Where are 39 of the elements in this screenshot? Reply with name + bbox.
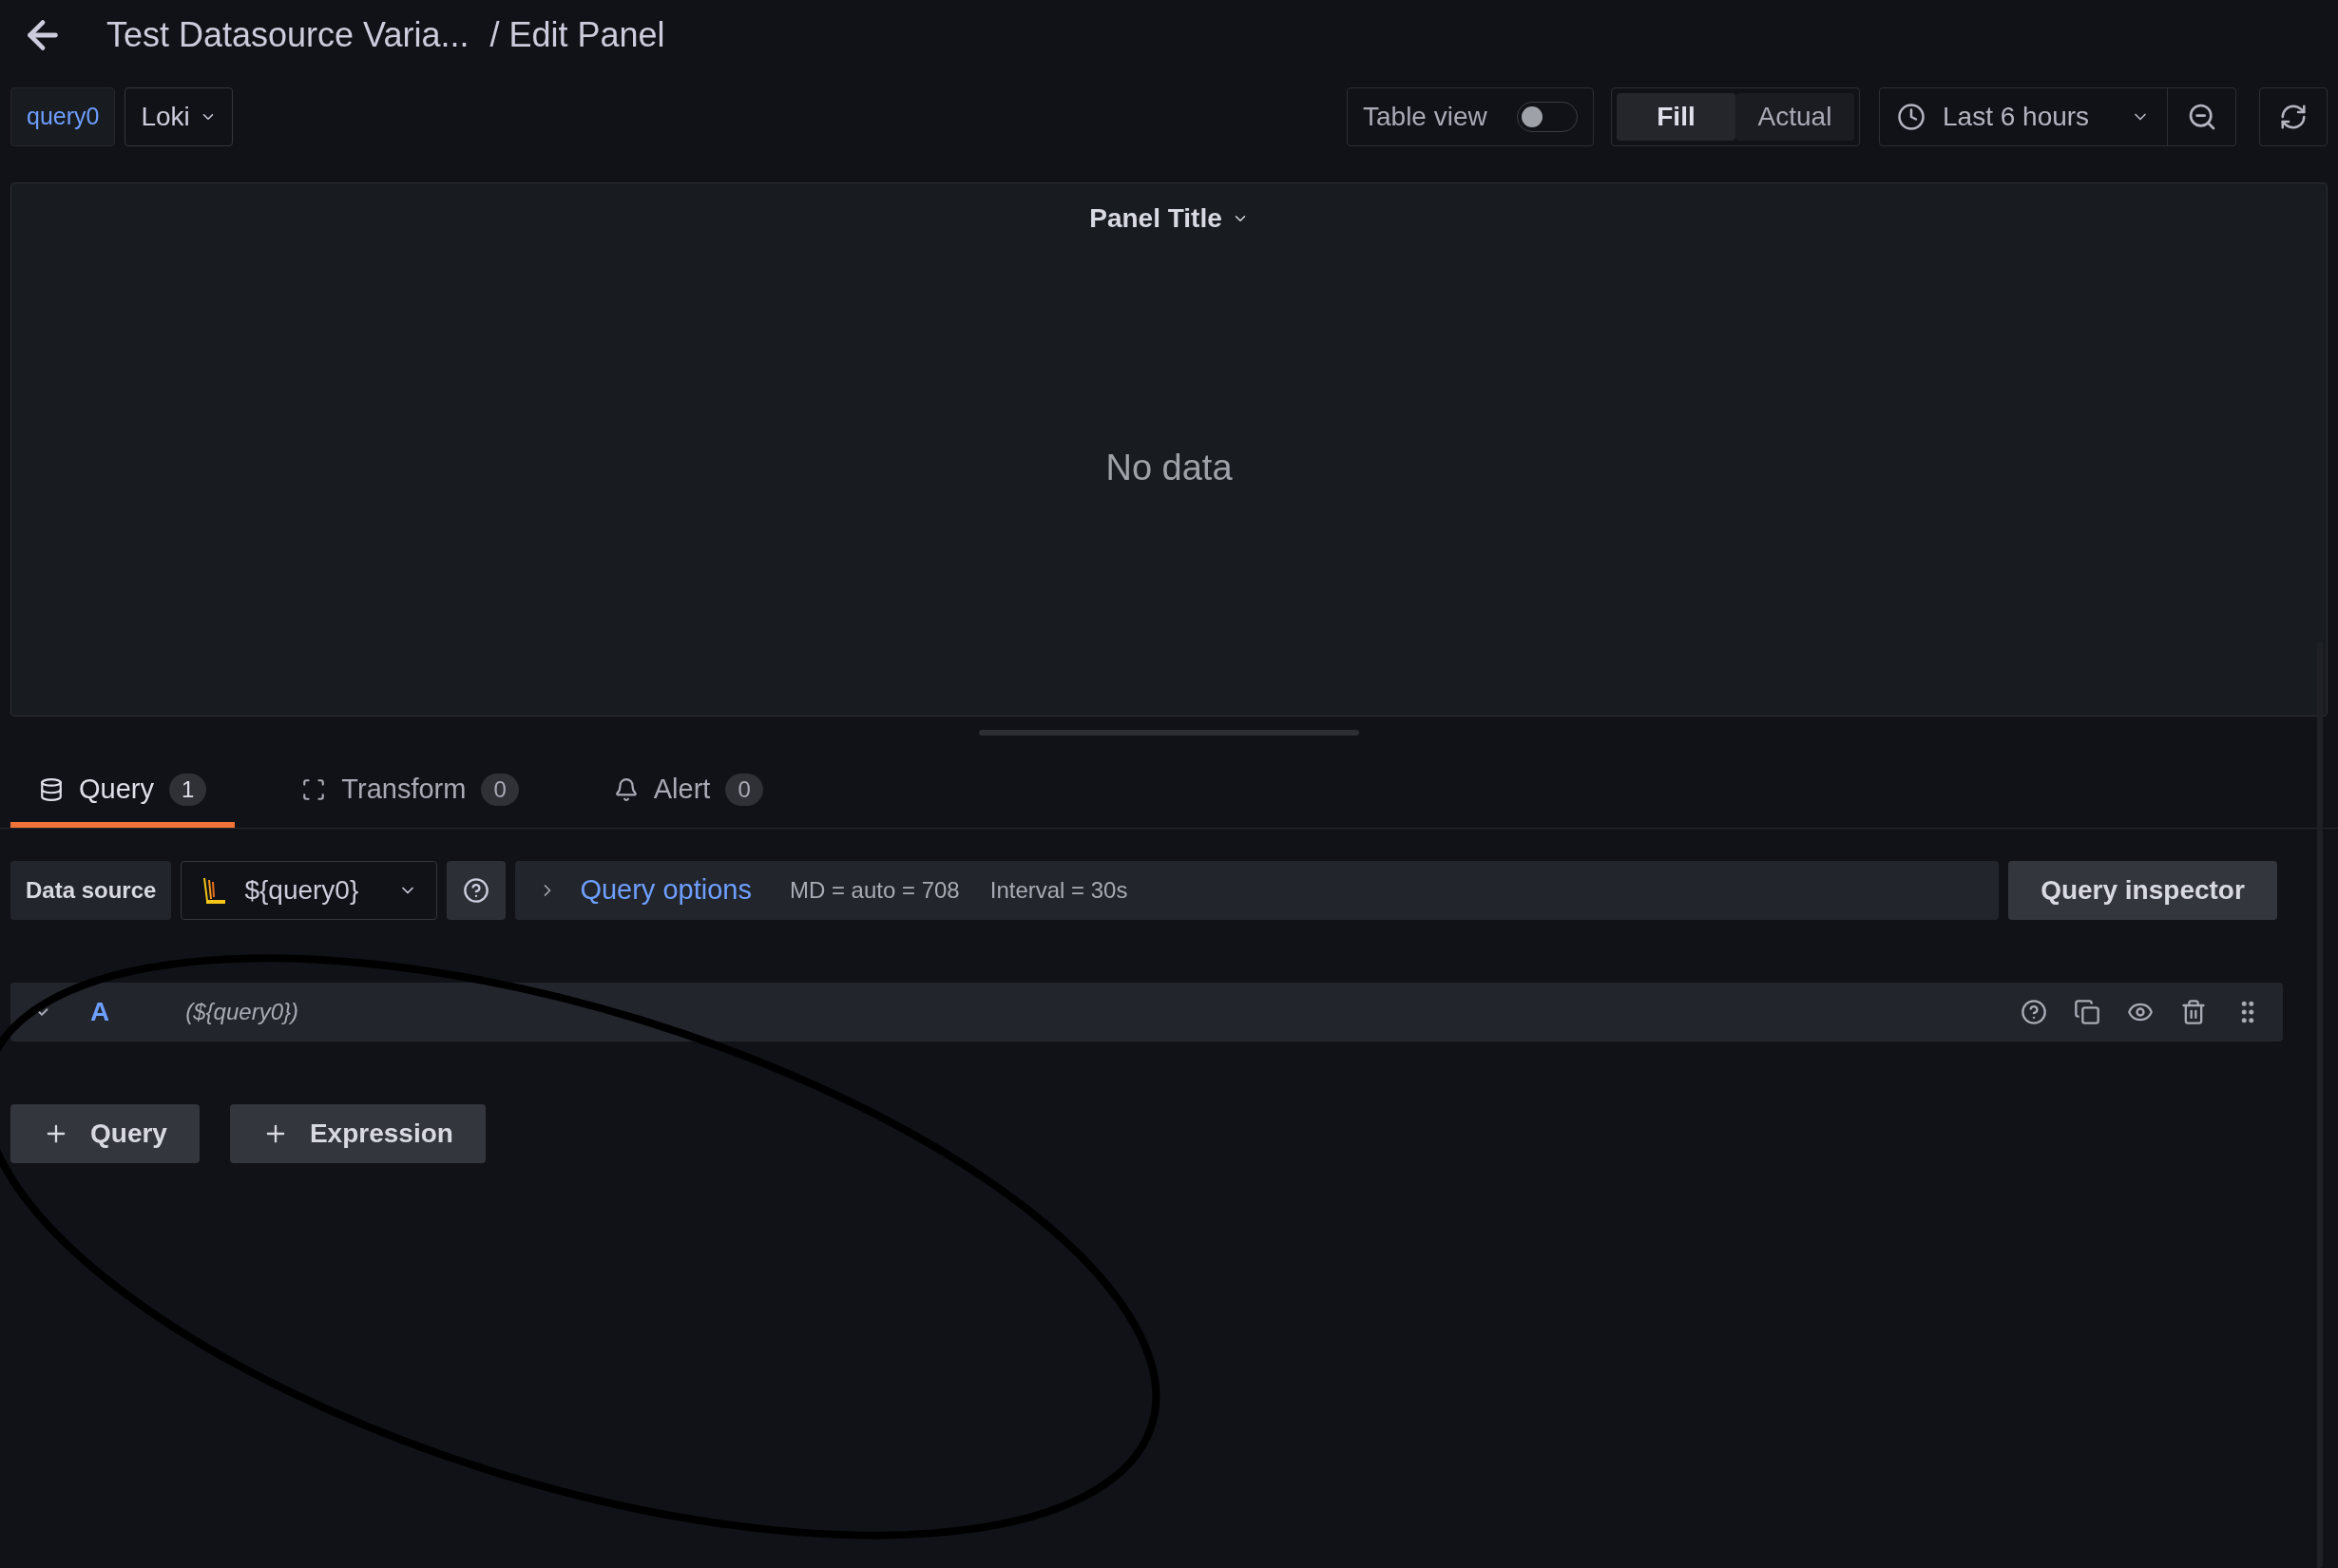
view-mode-option[interactable]: Actual — [1735, 93, 1854, 141]
bell-icon — [613, 776, 639, 802]
dashboard-title[interactable]: Test Datasource Varia... — [106, 10, 470, 61]
trash-icon[interactable] — [2180, 999, 2207, 1025]
table-view-toggle[interactable]: Table view — [1347, 87, 1594, 146]
help-icon[interactable] — [2021, 999, 2047, 1025]
variable-label: query0 — [10, 87, 116, 146]
editor-tab[interactable]: Alert 0 — [584, 756, 792, 828]
refresh-button[interactable] — [2259, 87, 2328, 146]
count-badge: 1 — [169, 773, 207, 806]
expand-icon — [301, 776, 327, 802]
count-badge: 0 — [481, 773, 519, 806]
copy-icon[interactable] — [2074, 999, 2100, 1025]
panel-title[interactable]: Panel Title — [1089, 199, 1249, 239]
variable-select[interactable]: Loki — [125, 87, 233, 146]
page-title: / Edit Panel — [489, 14, 665, 56]
data-source-select[interactable]: ${query0} — [181, 861, 438, 920]
ref-id-label[interactable]: A — [90, 992, 110, 1032]
refresh-icon — [2279, 103, 2308, 131]
clock-icon — [1897, 103, 1926, 131]
help-button[interactable] — [447, 861, 507, 920]
logo-icon — [201, 876, 228, 905]
query-row[interactable]: A (${query0}) — [10, 983, 2283, 1042]
query-inspector-button[interactable]: Query inspector — [2008, 861, 2277, 920]
resize-handle[interactable] — [979, 730, 1359, 736]
add-button[interactable]: Expression — [229, 1104, 486, 1163]
interval: Interval = 30s — [989, 876, 1128, 905]
view-mode-option[interactable]: Fill — [1617, 93, 1735, 141]
query-text: (${query0}) — [185, 998, 298, 1026]
no-data-message: No data — [1105, 446, 1233, 489]
editor-tab[interactable]: Query 1 — [10, 756, 236, 828]
database-icon — [39, 776, 64, 802]
query-options-link[interactable]: Query options — [580, 870, 752, 911]
help-icon — [463, 877, 490, 904]
add-button[interactable]: Query — [10, 1104, 200, 1163]
max-data-points: MD = auto = 708 — [789, 876, 960, 905]
editor-tab[interactable]: Transform 0 — [273, 756, 547, 828]
data-source-label: Data source — [10, 861, 172, 920]
count-badge: 0 — [725, 773, 763, 806]
